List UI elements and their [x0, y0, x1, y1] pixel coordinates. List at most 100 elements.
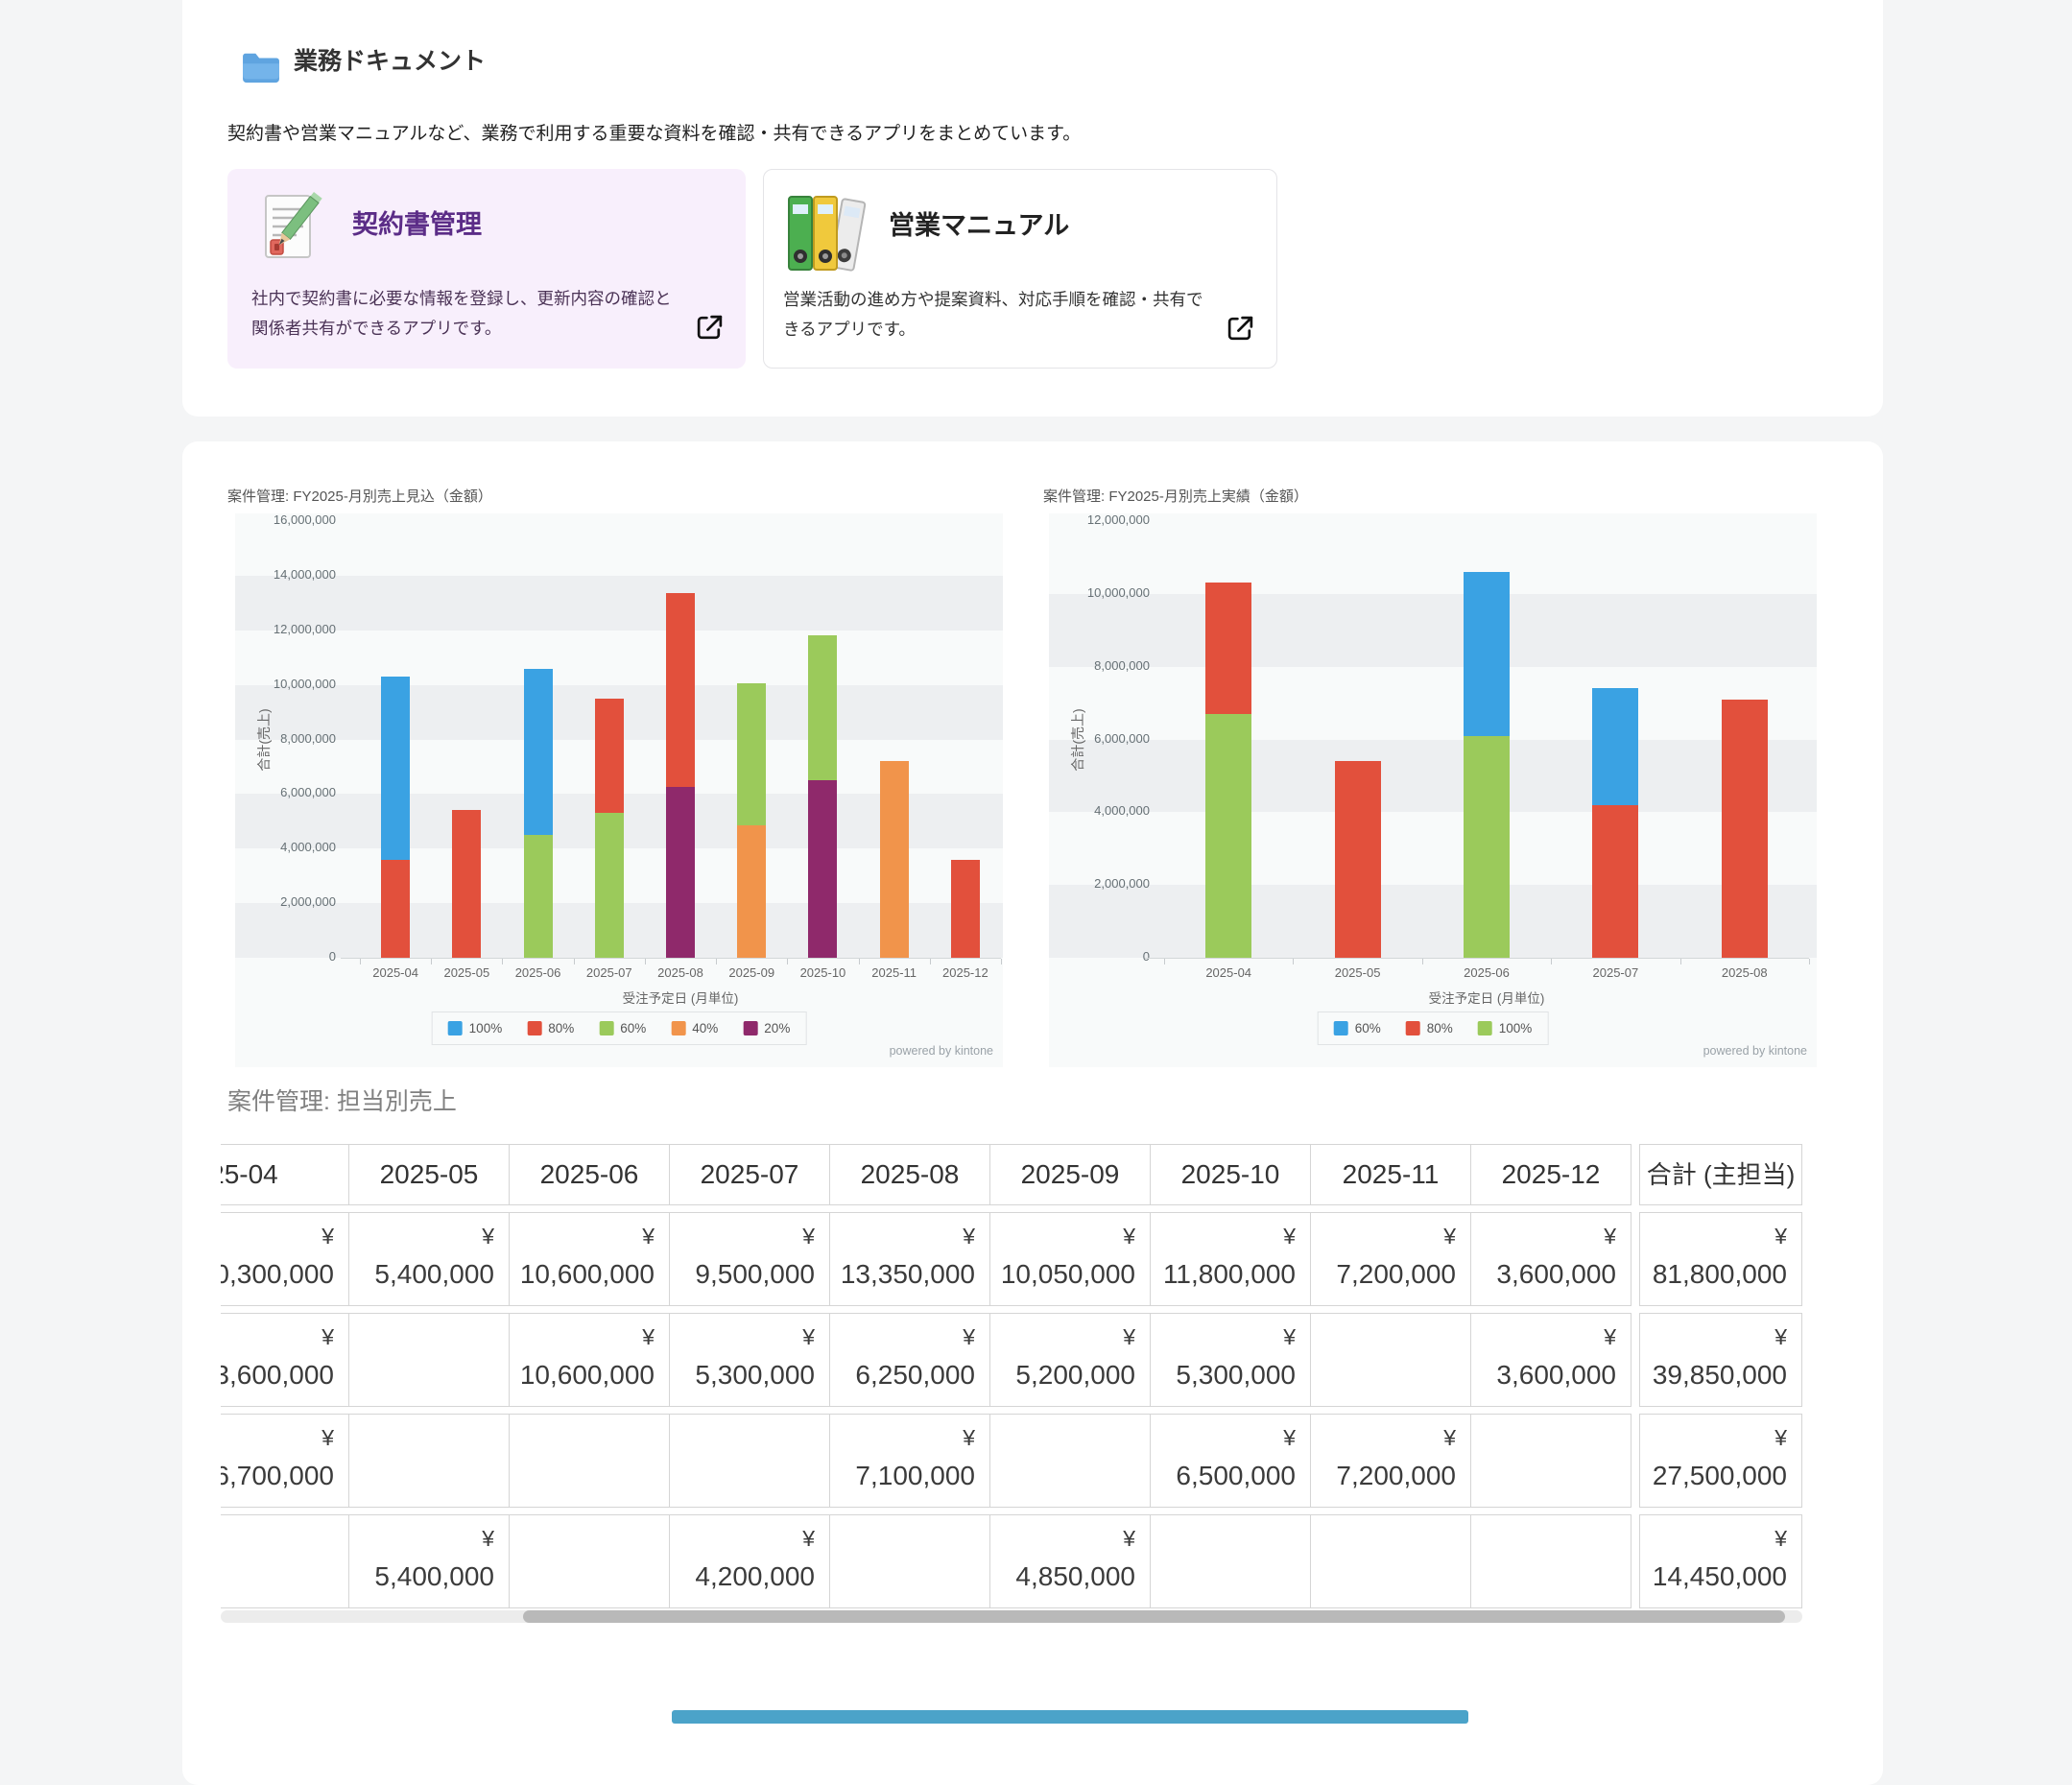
cell-value: 5,300,000 — [1151, 1353, 1296, 1397]
table-cell: ¥3,600,000 — [1471, 1313, 1631, 1407]
bar-segment — [951, 860, 980, 958]
bar-segment — [1205, 583, 1251, 714]
cell-value: 13,350,000 — [830, 1252, 975, 1297]
column-header-label: 2025-07 — [701, 1159, 799, 1189]
table-cell: ¥5,300,000 — [1151, 1313, 1311, 1407]
legend-item: 80% — [527, 1021, 574, 1035]
currency-symbol: ¥ — [830, 1321, 975, 1353]
cell-value: 10,600,000 — [510, 1252, 655, 1297]
y-axis-tick-label: 4,000,000 — [1049, 803, 1150, 818]
currency-symbol: ¥ — [510, 1220, 655, 1252]
grid-band — [1049, 740, 1817, 813]
y-axis-tick-label: 6,000,000 — [1049, 731, 1150, 746]
table-cell — [670, 1414, 830, 1508]
cell-value: 10,050,000 — [990, 1252, 1135, 1297]
x-axis-tick-label: 2025-04 — [1164, 965, 1293, 980]
legend-item: 60% — [1334, 1021, 1381, 1035]
x-axis-tick — [574, 959, 575, 964]
grid-band — [235, 576, 1003, 631]
bar-segment — [666, 593, 695, 787]
y-axis-tick-label: 2,000,000 — [235, 894, 336, 909]
x-axis-tick-label: 2025-04 — [360, 965, 431, 980]
pivot-table: 2025-042025-052025-062025-072025-082025-… — [221, 1144, 1802, 1615]
table-cell — [1311, 1514, 1471, 1608]
table-cell: ¥5,200,000 — [990, 1313, 1151, 1407]
bar-segment — [1464, 572, 1510, 736]
chart-title: 案件管理: FY2025-月別売上見込（金額） — [227, 486, 492, 506]
legend-item: 80% — [1406, 1021, 1453, 1035]
app-card-contract-management[interactable]: 契約書管理 社内で契約書に必要な情報を登録し、更新内容の確認と関係者共有ができる… — [227, 169, 746, 369]
cell-value: 6,700,000 — [221, 1454, 334, 1498]
cell-value: 6,500,000 — [1151, 1454, 1296, 1498]
x-axis-tick-label: 2025-08 — [645, 965, 716, 980]
section-description: 契約書や営業マニュアルなど、業務で利用する重要な資料を確認・共有できるアプリをま… — [227, 119, 1081, 145]
table-cell: ¥6,250,000 — [830, 1313, 990, 1407]
app-title: 営業マニュアル — [889, 204, 1069, 242]
currency-symbol: ¥ — [990, 1522, 1135, 1555]
x-axis-tick-label: 2025-06 — [1422, 965, 1551, 980]
currency-symbol: ¥ — [830, 1220, 975, 1252]
table-cell: ¥81,800,000 — [1639, 1212, 1802, 1306]
table-cell — [349, 1313, 510, 1407]
memo-pencil-icon — [252, 190, 333, 271]
column-gap — [1631, 1514, 1639, 1608]
app-card-sales-manual[interactable]: 営業マニュアル 営業活動の進め方や提案資料、対応手順を確認・共有できるアプリです… — [763, 169, 1277, 369]
cell-value: 7,200,000 — [1311, 1454, 1456, 1498]
y-axis-tick-label: 0 — [235, 949, 336, 964]
cell-value: 7,200,000 — [1311, 1252, 1456, 1297]
currency-symbol: ¥ — [322, 1321, 334, 1353]
bar-segment — [666, 787, 695, 958]
table-cell — [221, 1514, 349, 1608]
currency-symbol: ¥ — [1471, 1321, 1616, 1353]
legend-label: 80% — [1427, 1021, 1453, 1035]
table-cell: ¥10,050,000 — [990, 1212, 1151, 1306]
x-axis-tick-label: 2025-11 — [859, 965, 930, 980]
column-header-label: 2025-09 — [1021, 1159, 1120, 1189]
scrollbar-thumb[interactable] — [523, 1610, 1785, 1623]
column-header-label: 2025-12 — [1502, 1159, 1601, 1189]
x-axis-tick-label: 2025-10 — [787, 965, 858, 980]
cell-value: 39,850,000 — [1640, 1353, 1787, 1397]
table-header-cell: 2025-11 — [1311, 1144, 1471, 1205]
table-cell — [1471, 1514, 1631, 1608]
table-header-cell: 2025-06 — [510, 1144, 670, 1205]
cell-value: 11,800,000 — [1151, 1252, 1296, 1297]
x-axis-tick — [431, 959, 432, 964]
table-cell: ¥10,600,000 — [510, 1212, 670, 1306]
app-description: 社内で契約書に必要な情報を登録し、更新内容の確認と関係者共有ができるアプリです。 — [251, 284, 683, 344]
cell-value: 14,450,000 — [1640, 1555, 1787, 1599]
partial-chart-bar — [672, 1710, 1468, 1724]
grid-band — [1049, 812, 1817, 885]
column-gap — [1631, 1313, 1639, 1407]
bar-segment — [737, 825, 766, 958]
bar-segment — [524, 835, 553, 958]
external-link-icon[interactable] — [1226, 314, 1255, 344]
table-cell: ¥4,200,000 — [670, 1514, 830, 1608]
table-header-row: 2025-042025-052025-062025-072025-082025-… — [221, 1144, 1802, 1205]
cell-value: 6,250,000 — [830, 1353, 975, 1397]
currency-symbol: ¥ — [1640, 1220, 1787, 1252]
horizontal-scrollbar[interactable] — [221, 1610, 1802, 1623]
table-cell — [990, 1414, 1151, 1508]
table-cell: ¥10,300,000 — [221, 1212, 349, 1306]
chart-legend: 100%80%60%40%20% — [432, 1012, 807, 1045]
table-cell: ¥39,850,000 — [1639, 1313, 1802, 1407]
section-title: 業務ドキュメント — [294, 42, 486, 77]
y-axis-tick-label: 6,000,000 — [235, 785, 336, 799]
currency-symbol: ¥ — [1151, 1421, 1296, 1454]
y-axis-tick-label: 2,000,000 — [1049, 876, 1150, 891]
x-axis-tick — [502, 959, 503, 964]
bar-segment — [1592, 688, 1638, 804]
external-link-icon[interactable] — [695, 313, 725, 343]
column-header-label: 2025-06 — [540, 1159, 639, 1189]
table-cell: ¥5,400,000 — [349, 1514, 510, 1608]
table-cell: ¥7,100,000 — [830, 1414, 990, 1508]
grid-band — [235, 631, 1003, 685]
currency-symbol: ¥ — [670, 1321, 815, 1353]
table-cell: ¥9,500,000 — [670, 1212, 830, 1306]
currency-symbol: ¥ — [1640, 1321, 1787, 1353]
bar-segment — [808, 780, 837, 958]
y-axis-tick-label: 0 — [1049, 949, 1150, 964]
table-cell: ¥5,300,000 — [670, 1313, 830, 1407]
currency-symbol: ¥ — [1311, 1220, 1456, 1252]
